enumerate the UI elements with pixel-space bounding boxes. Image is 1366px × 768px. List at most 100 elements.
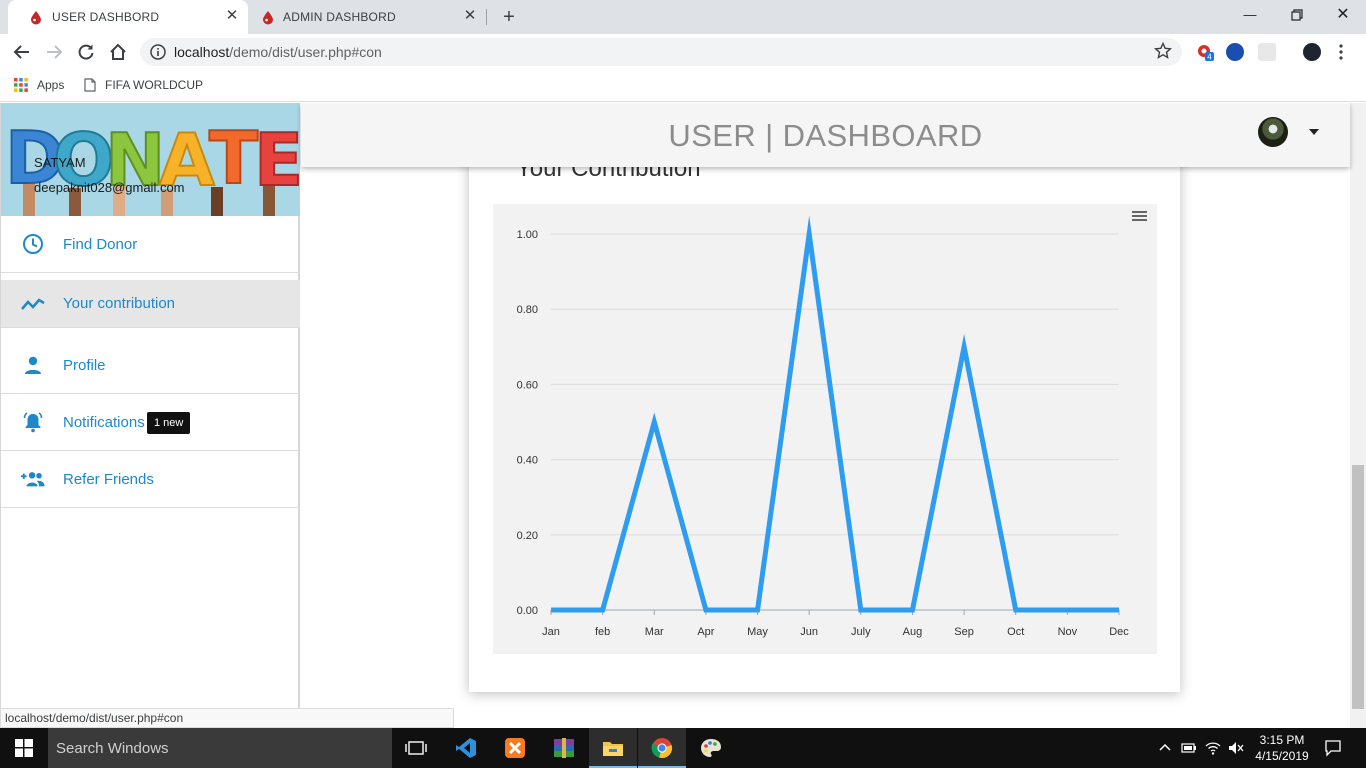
windows-taskbar: Search Windows 3:15 PM 4/15/2019 [0, 728, 1366, 768]
new-tab-button[interactable]: + [498, 6, 520, 28]
main-content: USER | DASHBOARD Your Contribution 0.00 … [301, 103, 1350, 728]
chart-menu-button[interactable] [1129, 209, 1149, 225]
tab-close-icon[interactable]: ✕ [224, 8, 240, 24]
clock-date: 4/15/2019 [1255, 749, 1309, 763]
address-bar[interactable]: localhost/demo/dist/user.php#con [140, 38, 1182, 66]
user-avatar[interactable] [1258, 117, 1288, 147]
home-button[interactable] [106, 40, 130, 64]
taskbar-search[interactable]: Search Windows [48, 728, 392, 768]
notification-center-icon[interactable] [1324, 739, 1342, 757]
chrome-menu-icon[interactable] [1339, 44, 1343, 60]
profile-banner: D O N A T E SATYAM deepaknit028@gmail.co… [1, 103, 300, 216]
data-point[interactable] [910, 608, 914, 612]
minimize-icon[interactable]: — [1238, 4, 1262, 26]
search-placeholder: Search Windows [56, 740, 169, 757]
blood-drop-favicon-icon [263, 11, 273, 25]
data-point[interactable] [652, 420, 656, 424]
start-button[interactable] [0, 728, 48, 768]
bookmark-fifa-worldcup[interactable]: FIFA WORLDCUP [84, 78, 203, 92]
status-bar-url: localhost/demo/dist/user.php#con [0, 708, 454, 728]
forward-button[interactable] [42, 40, 66, 64]
sidebar-item-profile[interactable]: Profile [1, 337, 300, 394]
tab-admin-dashboard[interactable]: ADMIN DASHBORD ✕ [248, 0, 486, 34]
sidebar-item-label: Notifications [63, 413, 145, 431]
data-point[interactable] [859, 608, 863, 612]
wifi-icon[interactable] [1205, 740, 1221, 756]
reload-icon [78, 44, 94, 60]
y-tick-label: 0.40 [517, 455, 538, 467]
vscode-taskbar-button[interactable] [442, 728, 490, 768]
chevron-up-icon[interactable] [1157, 740, 1173, 756]
extension-icon[interactable]: 4 [1196, 43, 1214, 62]
y-tick-label: 1.00 [517, 229, 538, 241]
page-icon [84, 78, 96, 92]
browser-tab-strip: USER DASHBORD ✕ ADMIN DASHBORD ✕ + — ✕ [0, 0, 1366, 34]
notification-badge: 1 new [147, 412, 191, 434]
folder-icon [603, 742, 623, 756]
data-point[interactable] [1014, 608, 1018, 612]
bookmarks-bar: Apps FIFA WORLDCUP [0, 70, 1366, 102]
file-explorer-taskbar-button[interactable] [589, 728, 637, 768]
sidebar-item-refer-friends[interactable]: Refer Friends [1, 451, 300, 508]
paint-taskbar-button[interactable] [687, 728, 735, 768]
data-point[interactable] [601, 608, 605, 612]
hamburger-menu-icon [1132, 211, 1147, 221]
task-view-button[interactable] [392, 728, 440, 768]
task-view-icon [405, 741, 427, 755]
taskbar-clock[interactable]: 3:15 PM 4/15/2019 [1250, 732, 1314, 764]
data-point[interactable] [962, 345, 966, 349]
battery-icon[interactable] [1181, 740, 1197, 756]
caret-down-icon[interactable] [1309, 129, 1319, 135]
restore-icon[interactable] [1285, 4, 1309, 26]
tab-user-dashboard[interactable]: USER DASHBORD ✕ [8, 0, 248, 34]
x-tick-label: Dec [1109, 626, 1129, 638]
back-button[interactable] [10, 40, 34, 64]
person-icon [21, 353, 45, 377]
winrar-taskbar-button[interactable] [540, 728, 588, 768]
xampp-taskbar-button[interactable] [491, 728, 539, 768]
data-point[interactable] [1065, 608, 1069, 612]
x-tick-label: July [851, 626, 871, 638]
puzzle-extension-icon[interactable] [1258, 43, 1276, 61]
forward-arrow-icon [47, 45, 63, 59]
user-email: deepaknit028@gmail.com [34, 180, 185, 195]
tab-close-icon[interactable]: ✕ [462, 8, 478, 24]
sidebar-item-your-contribution[interactable]: Your contribution [1, 280, 300, 328]
extension-badge: 4 [1207, 53, 1212, 62]
data-point[interactable] [807, 232, 811, 236]
sidebar-item-label: Refer Friends [63, 470, 154, 488]
reload-button[interactable] [74, 40, 98, 64]
chrome-icon [651, 738, 673, 758]
chart-svg: 0.00 0.20 0.40 0.60 0.80 1.00 Jan feb Mar Apr May… [517, 209, 1149, 638]
user-name: SATYAM [34, 155, 86, 170]
data-point[interactable] [756, 608, 760, 612]
bookmark-apps[interactable]: Apps [14, 78, 64, 92]
x-tick-label: Aug [903, 626, 923, 638]
y-tick-label: 0.60 [517, 379, 538, 391]
volume-muted-icon[interactable] [1228, 740, 1244, 756]
apps-grid-icon [14, 78, 28, 92]
x-tick-label: Mar [645, 626, 664, 638]
cast-extension-icon[interactable] [1226, 43, 1244, 61]
back-arrow-icon [13, 45, 29, 59]
sidebar-item-find-donor[interactable]: Find Donor [1, 216, 300, 273]
add-group-icon [21, 467, 45, 491]
scrollbar-thumb[interactable] [1352, 465, 1364, 709]
data-point[interactable] [704, 608, 708, 612]
contribution-chart: 0.00 0.20 0.40 0.60 0.80 1.00 Jan feb Mar Apr May… [493, 204, 1157, 654]
page-scrollbar[interactable] [1350, 103, 1366, 728]
info-icon[interactable] [150, 44, 166, 60]
x-tick-label: Apr [697, 626, 714, 638]
profile-avatar-icon[interactable] [1303, 43, 1321, 61]
y-tick-label: 0.00 [517, 605, 538, 617]
chrome-taskbar-button[interactable] [638, 728, 686, 768]
bookmark-star-icon[interactable] [1154, 42, 1172, 60]
xampp-icon [505, 738, 525, 758]
sidebar-item-notifications[interactable]: Notifications 1 new [1, 394, 300, 451]
close-window-icon[interactable]: ✕ [1331, 4, 1355, 26]
x-tick-label: May [747, 626, 768, 638]
sidebar: D O N A T E SATYAM deepaknit028@gmail.co… [0, 103, 300, 728]
url-text: localhost/demo/dist/user.php#con [174, 44, 382, 60]
data-point[interactable] [549, 608, 553, 612]
data-point[interactable] [1117, 608, 1121, 612]
